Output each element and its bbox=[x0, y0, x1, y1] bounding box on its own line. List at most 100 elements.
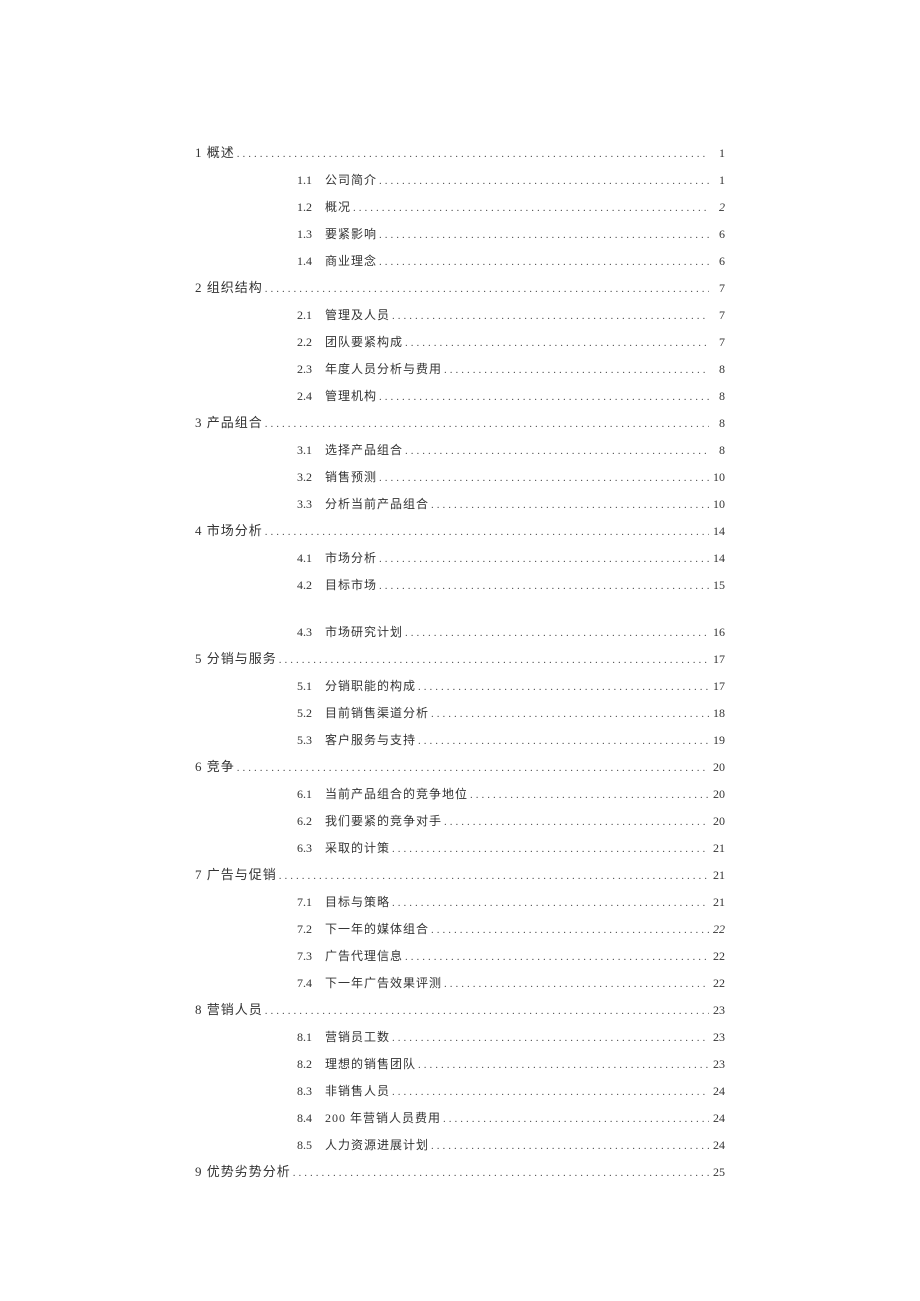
toc-number: 1.3 bbox=[195, 221, 325, 247]
toc-entry: 2.1管理及人员7 bbox=[195, 302, 725, 329]
toc-page-number: 21 bbox=[709, 835, 725, 861]
toc-number: 6.1 bbox=[195, 781, 325, 807]
toc-title: 商业理念 bbox=[325, 248, 377, 274]
toc-leader-dots bbox=[235, 141, 709, 167]
toc-page-number: 14 bbox=[709, 545, 725, 571]
toc-number: 7.2 bbox=[195, 916, 325, 942]
toc-entry: 3 产品组合8 bbox=[195, 410, 725, 437]
toc-title: 我们要紧的竞争对手 bbox=[325, 808, 442, 834]
toc-page-number: 24 bbox=[709, 1105, 725, 1131]
toc-entry: 2.4管理机构8 bbox=[195, 383, 725, 410]
toc-number: 1 概述 bbox=[195, 140, 235, 166]
toc-leader-dots bbox=[377, 168, 709, 194]
toc-leader-dots bbox=[235, 755, 709, 781]
toc-number: 6 竞争 bbox=[195, 754, 235, 780]
toc-title: 管理及人员 bbox=[325, 302, 390, 328]
toc-leader-dots bbox=[468, 782, 709, 808]
toc-number: 8.3 bbox=[195, 1078, 325, 1104]
toc-number: 6.3 bbox=[195, 835, 325, 861]
toc-entry: 4.3市场研究计划16 bbox=[195, 619, 725, 646]
toc-page-number: 10 bbox=[709, 464, 725, 490]
toc-page-number: 7 bbox=[709, 275, 725, 301]
toc-leader-dots bbox=[390, 1025, 709, 1051]
toc-title: 概况 bbox=[325, 194, 351, 220]
toc-entry: 5 分销与服务 17 bbox=[195, 646, 725, 673]
toc-number: 1.4 bbox=[195, 248, 325, 274]
toc-number: 4.3 bbox=[195, 619, 325, 645]
toc-title: 广告代理信息 bbox=[325, 943, 403, 969]
table-of-contents: 1 概述11.1公司简介11.2概况21.3要紧影响61.4商业理念62 组织结… bbox=[195, 140, 725, 1186]
toc-title: 理想的销售团队 bbox=[325, 1051, 416, 1077]
toc-leader-dots bbox=[277, 863, 709, 889]
toc-page-number: 15 bbox=[709, 572, 725, 598]
toc-page-number: 20 bbox=[709, 781, 725, 807]
toc-entry: 4 市场分析14 bbox=[195, 518, 725, 545]
toc-entry: 2 组织结构7 bbox=[195, 275, 725, 302]
toc-title: 市场分析 bbox=[325, 545, 377, 571]
toc-entry: 3.1选择产品组合8 bbox=[195, 437, 725, 464]
toc-number: 7.3 bbox=[195, 943, 325, 969]
toc-page-number: 17 bbox=[709, 673, 725, 699]
toc-entry: 2.2团队要紧构成7 bbox=[195, 329, 725, 356]
toc-entry: 8.3非销售人员24 bbox=[195, 1078, 725, 1105]
toc-leader-dots bbox=[442, 971, 709, 997]
toc-title: 下一年的媒体组合 bbox=[325, 916, 429, 942]
toc-entry: 7.1目标与策略21 bbox=[195, 889, 725, 916]
toc-page-number: 1 bbox=[709, 167, 725, 193]
toc-title: 要紧影响 bbox=[325, 221, 377, 247]
toc-number: 1.1 bbox=[195, 167, 325, 193]
toc-page-number: 22 bbox=[709, 970, 725, 996]
toc-page-number: 8 bbox=[709, 437, 725, 463]
toc-entry: 1 概述1 bbox=[195, 140, 725, 167]
toc-page-number: 22 bbox=[709, 943, 725, 969]
toc-entry: 8.5人力资源进展计划24 bbox=[195, 1132, 725, 1159]
toc-entry: 6.2我们要紧的竞争对手20 bbox=[195, 808, 725, 835]
toc-title: 下一年广告效果评测 bbox=[325, 970, 442, 996]
toc-entry: 3.3分析当前产品组合10 bbox=[195, 491, 725, 518]
toc-leader-dots bbox=[416, 674, 709, 700]
toc-title: 团队要紧构成 bbox=[325, 329, 403, 355]
toc-title: 管理机构 bbox=[325, 383, 377, 409]
toc-number: 4 市场分析 bbox=[195, 518, 263, 544]
toc-title: 当前产品组合的竞争地位 bbox=[325, 781, 468, 807]
toc-entry: 8.2理想的销售团队23 bbox=[195, 1051, 725, 1078]
toc-spacer bbox=[195, 599, 725, 619]
toc-leader-dots bbox=[291, 1160, 709, 1186]
toc-page-number: 6 bbox=[709, 248, 725, 274]
toc-page-number: 19 bbox=[709, 727, 725, 753]
toc-number: 8.5 bbox=[195, 1132, 325, 1158]
toc-leader-dots bbox=[263, 276, 709, 302]
toc-leader-dots bbox=[377, 249, 709, 275]
toc-number: 9 优势劣势分析 bbox=[195, 1159, 291, 1185]
toc-page-number: 17 bbox=[709, 646, 725, 672]
toc-entry: 8.1营销员工数23 bbox=[195, 1024, 725, 1051]
toc-leader-dots bbox=[429, 701, 709, 727]
toc-page-number: 6 bbox=[709, 221, 725, 247]
toc-entry: 5.2目前销售渠道分析18 bbox=[195, 700, 725, 727]
toc-number: 3.3 bbox=[195, 491, 325, 517]
toc-leader-dots bbox=[377, 546, 709, 572]
toc-entry: 5.3客户服务与支持19 bbox=[195, 727, 725, 754]
toc-page-number: 10 bbox=[709, 491, 725, 517]
toc-leader-dots bbox=[429, 1133, 709, 1159]
toc-number: 5.1 bbox=[195, 673, 325, 699]
toc-title: 200 年营销人员费用 bbox=[325, 1105, 441, 1131]
toc-leader-dots bbox=[377, 384, 709, 410]
toc-page-number: 8 bbox=[709, 356, 725, 382]
toc-page-number: 20 bbox=[709, 754, 725, 780]
toc-page-number: 16 bbox=[709, 619, 725, 645]
toc-leader-dots bbox=[441, 1106, 709, 1132]
toc-leader-dots bbox=[377, 573, 709, 599]
toc-page-number: 23 bbox=[709, 997, 725, 1023]
toc-leader-dots bbox=[263, 411, 709, 437]
toc-leader-dots bbox=[263, 519, 709, 545]
toc-number: 3.1 bbox=[195, 437, 325, 463]
toc-number: 8.2 bbox=[195, 1051, 325, 1077]
toc-entry: 6 竞争 20 bbox=[195, 754, 725, 781]
toc-number: 5 分销与服务 bbox=[195, 646, 277, 672]
toc-number: 3 产品组合 bbox=[195, 410, 263, 436]
toc-title: 公司简介 bbox=[325, 167, 377, 193]
toc-number: 2.4 bbox=[195, 383, 325, 409]
toc-title: 目标与策略 bbox=[325, 889, 390, 915]
toc-title: 营销员工数 bbox=[325, 1024, 390, 1050]
